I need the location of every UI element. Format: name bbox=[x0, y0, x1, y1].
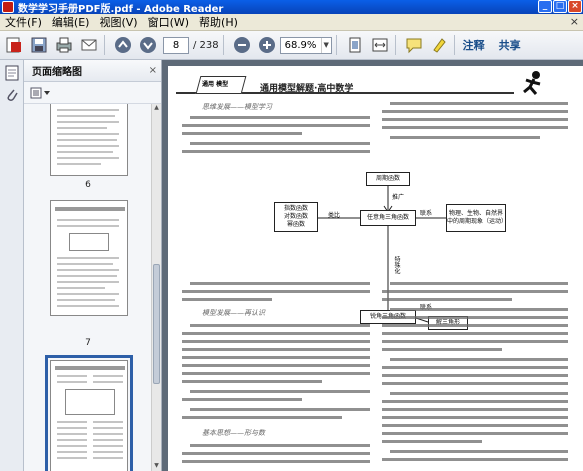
page-header-title: 通用模型解题·高中数学 bbox=[260, 84, 354, 94]
box-natural-phenomena: 物理、生物、自然界 中的周期现象（运动） bbox=[446, 204, 507, 232]
section-heading: 模型发展——再认识 bbox=[202, 309, 265, 317]
menu-bar: 文件(F) 编辑(E) 视图(V) 窗口(W) 帮助(H) × bbox=[0, 14, 583, 31]
panel-close-button[interactable]: × bbox=[149, 65, 157, 76]
thumbnail-scrollbar[interactable]: ▲ ▼ bbox=[151, 104, 161, 471]
options-menu-icon[interactable] bbox=[30, 86, 52, 100]
thumbnail-page-7[interactable] bbox=[50, 200, 128, 316]
create-pdf-icon[interactable] bbox=[3, 34, 25, 56]
thumbnail-list: 6 7 bbox=[24, 104, 152, 471]
menu-edit[interactable]: 编辑(E) bbox=[47, 14, 95, 30]
next-page-icon[interactable] bbox=[137, 34, 159, 56]
scroll-down-icon[interactable]: ▼ bbox=[152, 462, 161, 471]
box-trig-function: 任意角三角函数 bbox=[360, 210, 416, 226]
toolbar-separator bbox=[104, 35, 105, 55]
box-periodic-function: 周期函数 bbox=[366, 172, 410, 186]
share-button[interactable]: 共享 bbox=[499, 37, 521, 53]
toolbar-separator bbox=[335, 35, 337, 55]
close-button[interactable]: × bbox=[568, 0, 582, 13]
menu-view[interactable]: 视图(V) bbox=[94, 14, 142, 30]
zoom-select[interactable]: 68.9% ▼ bbox=[279, 36, 332, 54]
maximize-button[interactable]: □ bbox=[553, 0, 567, 13]
chevron-down-icon[interactable]: ▼ bbox=[320, 37, 331, 53]
section-heading: 基本思想——形与数 bbox=[202, 429, 265, 437]
label-specialize: 特殊化 bbox=[393, 256, 400, 274]
header-logo-text: 通用 模型 bbox=[202, 81, 229, 88]
page-total: / 238 bbox=[193, 39, 219, 51]
fit-page-icon[interactable] bbox=[344, 34, 366, 56]
running-figure-icon bbox=[523, 71, 541, 95]
toolbar: 8 / 238 68.9% ▼ 注释 共享 bbox=[0, 31, 583, 60]
menu-help[interactable]: 帮助(H) bbox=[194, 14, 243, 30]
window-title: 数学学习手册PDF版.pdf - Adobe Reader bbox=[18, 3, 224, 15]
email-icon[interactable] bbox=[78, 34, 100, 56]
label-connect: 联系 bbox=[420, 210, 433, 217]
section-heading: 思维发展——模型学习 bbox=[202, 103, 272, 111]
pdf-page: 通用 模型 通用模型解题·高中数学 思维发展——模型学习 周期函数 任意角三角函… bbox=[168, 66, 583, 471]
menu-file[interactable]: 文件(F) bbox=[0, 14, 47, 30]
navigation-rail bbox=[0, 60, 24, 471]
panel-toolbar bbox=[24, 82, 161, 104]
previous-page-icon[interactable] bbox=[112, 34, 134, 56]
comment-button[interactable]: 注释 bbox=[463, 37, 485, 53]
thumbnail-label: 6 bbox=[85, 180, 91, 190]
page-thumbnails-panel: 页面缩略图 × 6 7 ▲ ▼ bbox=[24, 60, 162, 471]
fit-width-icon[interactable] bbox=[369, 34, 391, 56]
print-icon[interactable] bbox=[53, 34, 75, 56]
adobe-reader-icon bbox=[2, 1, 14, 13]
label-transfer: 类比 bbox=[328, 212, 341, 219]
attachment-icon[interactable] bbox=[3, 86, 21, 104]
highlight-icon[interactable] bbox=[428, 34, 450, 56]
box-exp-log-power: 指数函数 对数函数 幂函数 bbox=[274, 202, 318, 232]
thumbnail-label: 7 bbox=[85, 338, 91, 348]
document-view[interactable]: 通用 模型 通用模型解题·高中数学 思维发展——模型学习 周期函数 任意角三角函… bbox=[162, 60, 583, 471]
page-number-input[interactable]: 8 bbox=[163, 36, 189, 54]
thumbnail-page-8[interactable] bbox=[45, 355, 133, 471]
toolbar-separator bbox=[222, 35, 224, 55]
document-close-button[interactable]: × bbox=[570, 15, 579, 28]
menu-window[interactable]: 窗口(W) bbox=[143, 14, 194, 30]
zoom-value: 68.9% bbox=[284, 39, 317, 51]
zoom-out-icon[interactable] bbox=[231, 34, 253, 56]
panel-title: 页面缩略图 bbox=[32, 67, 82, 78]
minimize-button[interactable]: _ bbox=[538, 0, 552, 13]
comment-bubble-icon[interactable] bbox=[403, 34, 425, 56]
label-promote: 推广 bbox=[392, 194, 405, 201]
toolbar-separator bbox=[453, 35, 455, 55]
title-bar: 数学学习手册PDF版.pdf - Adobe Reader _ □ × bbox=[0, 0, 583, 15]
scroll-up-icon[interactable]: ▲ bbox=[152, 104, 161, 113]
zoom-in-icon[interactable] bbox=[256, 34, 278, 56]
page-thumbnails-icon[interactable] bbox=[3, 64, 21, 82]
panel-header: 页面缩略图 × bbox=[24, 60, 161, 82]
thumbnail-page-6[interactable] bbox=[50, 104, 128, 176]
save-icon[interactable] bbox=[28, 34, 50, 56]
scroll-thumb[interactable] bbox=[153, 264, 160, 384]
toolbar-separator bbox=[394, 35, 396, 55]
